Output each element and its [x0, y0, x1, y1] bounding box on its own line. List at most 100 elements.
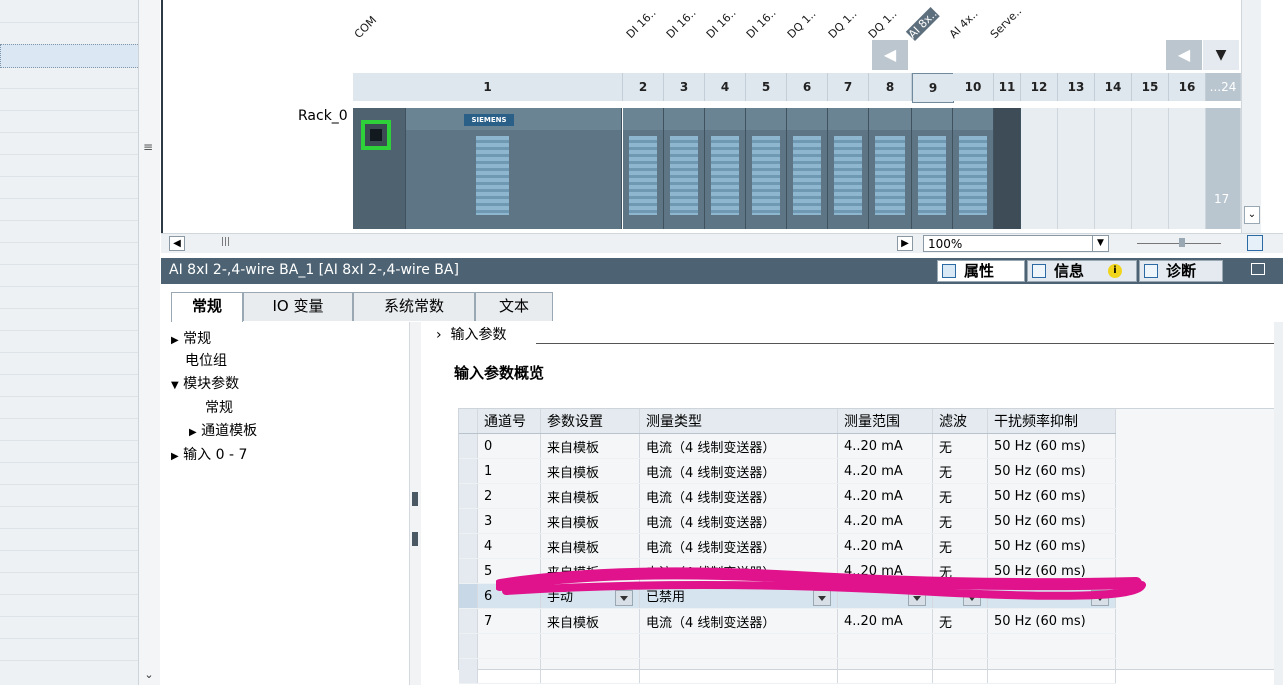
tree-row[interactable]: [0, 0, 138, 23]
slot-header[interactable]: 7: [828, 73, 869, 101]
nav-splitter[interactable]: [409, 322, 421, 685]
interference-cell[interactable]: 50 Hz (60 ms): [987, 458, 1116, 484]
chevron-down-icon[interactable]: ⌄: [141, 668, 157, 684]
measurement-type-cell[interactable]: 电流（4 线制变送器）: [639, 533, 838, 559]
column-header[interactable]: 滤波: [932, 409, 988, 434]
param-setting-cell[interactable]: 来自模板: [540, 458, 640, 484]
splitter-grip-icon[interactable]: ≡: [143, 140, 153, 154]
tree-row[interactable]: [0, 638, 138, 661]
caret-right-icon[interactable]: ▶: [189, 427, 197, 438]
slot-header[interactable]: 15: [1132, 73, 1169, 101]
empty-slot[interactable]: [1169, 108, 1206, 229]
measurement-range-cell[interactable]: 4..20 mA: [837, 458, 933, 484]
tab-io-tags[interactable]: IO 变量: [243, 292, 353, 321]
tree-row[interactable]: [0, 418, 138, 441]
param-setting-cell[interactable]: 来自模板: [540, 508, 640, 534]
slot-header[interactable]: 10: [953, 73, 994, 101]
column-header[interactable]: 通道号: [477, 409, 541, 434]
slot-header[interactable]: 12: [1021, 73, 1058, 101]
cpu-module[interactable]: SIEMENS: [406, 108, 622, 229]
tree-row[interactable]: [0, 132, 138, 155]
tree-row[interactable]: [0, 286, 138, 309]
tree-row[interactable]: [0, 440, 138, 463]
zoom-slider[interactable]: [1137, 238, 1221, 247]
tree-row[interactable]: [0, 66, 138, 89]
tab-system-constants[interactable]: 系统常数: [353, 292, 475, 321]
measurement-range-cell[interactable]: 4..20 mA: [837, 433, 933, 459]
tree-row[interactable]: [0, 264, 138, 287]
column-header[interactable]: 测量范围: [837, 409, 933, 434]
column-header[interactable]: 干扰频率抑制: [987, 409, 1116, 434]
tree-item-module-parameters[interactable]: ▼ 模块参数: [171, 373, 239, 393]
slot-header-selected[interactable]: 9: [912, 73, 954, 103]
tree-row[interactable]: [0, 198, 138, 221]
param-setting-cell[interactable]: 来自模板: [540, 483, 640, 509]
chevron-down-icon[interactable]: ⌄: [1244, 206, 1260, 224]
caret-right-icon[interactable]: ▶: [171, 451, 179, 462]
table-row[interactable]: 2 来自模板 电流（4 线制变送器） 4..20 mA 无 50 Hz (60 …: [459, 483, 1116, 509]
measurement-type-cell[interactable]: 电流（4 线制变送器）: [639, 608, 838, 634]
filter-cell[interactable]: 无: [932, 508, 988, 534]
tree-row[interactable]: [0, 110, 138, 133]
empty-slot[interactable]: [1132, 108, 1169, 229]
rack-module[interactable]: [705, 108, 746, 229]
slot-header[interactable]: 3: [664, 73, 705, 101]
table-row[interactable]: 4 来自模板 电流（4 线制变送器） 4..20 mA 无 50 Hz (60 …: [459, 533, 1116, 559]
empty-slot[interactable]: 17: [1206, 108, 1241, 229]
scroll-left-icon[interactable]: ◀: [169, 236, 185, 251]
tree-row[interactable]: [0, 462, 138, 485]
scroll-left-button[interactable]: ◀: [872, 40, 908, 70]
caret-right-icon[interactable]: ▶: [171, 335, 179, 346]
slot-header[interactable]: 1: [353, 73, 623, 101]
tab-general[interactable]: 常规: [171, 292, 243, 323]
window-restore-icon[interactable]: [1251, 263, 1265, 275]
measurement-type-cell[interactable]: 电流（4 线制变送器）: [639, 483, 838, 509]
empty-slot[interactable]: [1058, 108, 1095, 229]
measurement-type-cell[interactable]: 电流（4 线制变送器）: [639, 508, 838, 534]
scroll-right-icon[interactable]: ▶: [897, 236, 913, 251]
tree-row[interactable]: [0, 506, 138, 529]
rack-module[interactable]: [953, 108, 994, 229]
tree-row-selected[interactable]: [0, 44, 140, 68]
tree-item-inputs[interactable]: ▶ 输入 0 - 7: [171, 444, 247, 464]
tree-item-potential-group[interactable]: 电位组: [185, 350, 227, 370]
slot-header[interactable]: 8: [869, 73, 912, 101]
scroll-thumb[interactable]: |||: [221, 237, 230, 247]
tree-row[interactable]: [0, 242, 138, 265]
interference-cell[interactable]: 50 Hz (60 ms): [987, 433, 1116, 459]
tree-item-channel-template[interactable]: ▶ 通道模板: [189, 420, 257, 440]
interface-module[interactable]: [353, 108, 406, 229]
slot-header[interactable]: 16: [1169, 73, 1206, 101]
tree-row[interactable]: [0, 176, 138, 199]
scroll-left-button[interactable]: ◀: [1166, 40, 1202, 70]
vertical-scrollbar[interactable]: ⌄: [1241, 0, 1261, 233]
measurement-type-cell[interactable]: 电流（4 线制变送器）: [639, 458, 838, 484]
param-setting-cell[interactable]: 来自模板: [540, 608, 640, 634]
tree-row[interactable]: [0, 374, 138, 397]
tree-row[interactable]: [0, 528, 138, 551]
empty-slot[interactable]: [1021, 108, 1058, 229]
rack-module[interactable]: [623, 108, 664, 229]
content-scrollbar[interactable]: [1274, 322, 1283, 685]
server-module[interactable]: [994, 108, 1021, 229]
fit-view-icon[interactable]: [1247, 235, 1263, 251]
rack-module[interactable]: [664, 108, 705, 229]
measurement-type-cell[interactable]: 电流（4 线制变送器）: [639, 433, 838, 459]
column-header[interactable]: 参数设置: [540, 409, 640, 434]
rack-module-selected[interactable]: [912, 108, 953, 229]
tree-row[interactable]: [0, 572, 138, 595]
rack-module[interactable]: [787, 108, 828, 229]
tree-row[interactable]: [0, 308, 138, 331]
tree-item-general[interactable]: ▶ 常规: [171, 328, 211, 348]
column-header[interactable]: 测量类型: [639, 409, 838, 434]
interference-cell[interactable]: 50 Hz (60 ms): [987, 533, 1116, 559]
slot-header[interactable]: 2: [623, 73, 664, 101]
tree-row[interactable]: [0, 352, 138, 375]
slot-header[interactable]: 5: [746, 73, 787, 101]
param-setting-cell[interactable]: 来自模板: [540, 533, 640, 559]
table-row[interactable]: 0 来自模板 电流（4 线制变送器） 4..20 mA 无 50 Hz (60 …: [459, 433, 1116, 459]
filter-cell[interactable]: 无: [932, 483, 988, 509]
tree-row[interactable]: [0, 154, 138, 177]
tree-row[interactable]: [0, 88, 138, 111]
measurement-range-cell[interactable]: 4..20 mA: [837, 608, 933, 634]
